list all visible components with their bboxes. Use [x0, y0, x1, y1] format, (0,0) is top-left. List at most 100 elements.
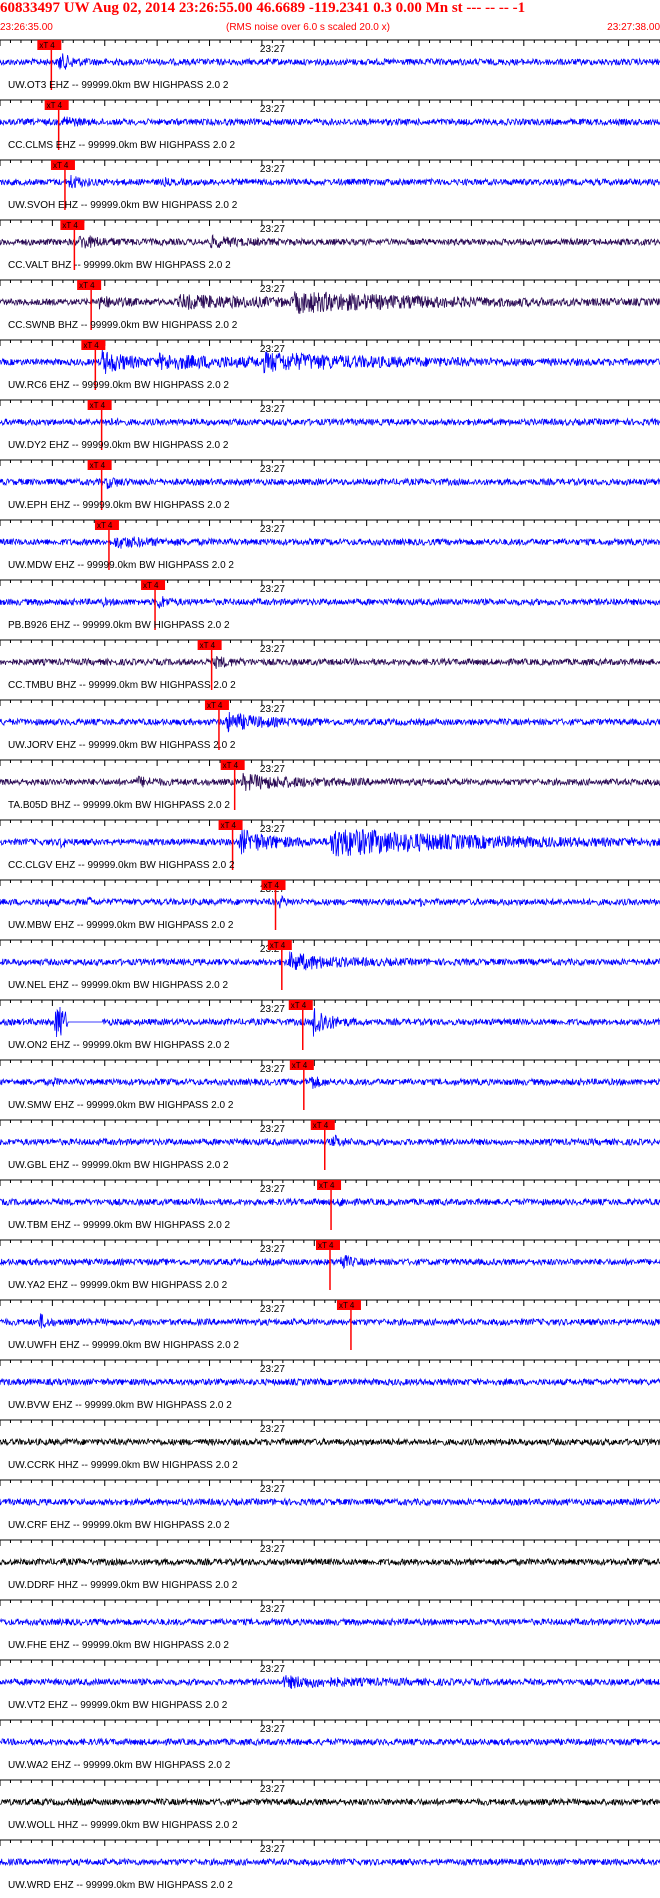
- waveform-trace: [0, 1737, 660, 1747]
- station-label: UW.MDW EHZ -- 99999.0km BW HIGHPASS 2.0 …: [8, 560, 234, 571]
- minute-mark-label: 23:27: [260, 44, 285, 55]
- waveform-trace: [0, 1557, 660, 1567]
- trace-row: 23:27 xT 4 UW.TBM EHZ -- 99999.0km BW HIGH…: [0, 1179, 660, 1231]
- station-label: UW.UWFH EHZ -- 99999.0km BW HIGHPASS 2.0…: [8, 1340, 239, 1351]
- minute-mark-label: 23:27: [260, 644, 285, 655]
- station-label: CC.VALT BHZ -- 99999.0km BW HIGHPASS 2.0…: [8, 260, 231, 271]
- pick-label: xT 4: [221, 821, 237, 830]
- trace-row: 23:27 xT 4 CC.SWNB BHZ -- 99999.0km BW HIG…: [0, 279, 660, 331]
- station-label: PB.B926 EHZ -- 99999.0km BW HIGHPASS 2.0…: [8, 620, 230, 631]
- station-label: UW.CCRK HHZ -- 99999.0km BW HIGHPASS 2.0…: [8, 1460, 238, 1471]
- pick-label: xT 4: [97, 521, 113, 530]
- event-title: 60833497 UW Aug 02, 2014 23:26:55.00 46.…: [0, 0, 526, 16]
- station-label: CC.TMBU BHZ -- 99999.0km BW HIGHPASS 2.0…: [8, 680, 236, 691]
- trace-row: 23:27 xT 4 CC.CLGV EHZ -- 99999.0km BW HIG…: [0, 819, 660, 871]
- trace-row: 23:27xT 4UW.MBW EHZ -- 99999.0km BW HIGH…: [0, 879, 660, 931]
- station-label: CC.SWNB BHZ -- 99999.0km BW HIGHPASS 2.0…: [8, 320, 238, 331]
- trace-row: 23:27 xT 4 UW.DY2 EHZ -- 99999.0km BW HIGH…: [0, 399, 660, 451]
- station-label: UW.GBL EHZ -- 99999.0km BW HIGHPASS 2.0 …: [8, 1160, 229, 1171]
- waveform-trace: [0, 1197, 660, 1208]
- waveform-trace: [0, 349, 660, 375]
- minute-mark-label: 23:27: [260, 1544, 285, 1555]
- minute-mark-label: 23:27: [260, 1004, 285, 1015]
- minute-mark-label: 23:27: [260, 1724, 285, 1735]
- minute-mark-label: 23:27: [260, 764, 285, 775]
- waveform-trace: [0, 1437, 660, 1447]
- trace-row: 23:27 xT 4 CC.VALT BHZ -- 99999.0km BW HIG…: [0, 219, 660, 271]
- trace-row: 23:27 xT 4 UW.SVOH EHZ -- 99999.0km BW HIG…: [0, 159, 660, 211]
- trace-row: 23:27 UW.WA2 EHZ -- 99999.0km BW HIGHPASS…: [0, 1719, 660, 1771]
- station-label: UW.FHE EHZ -- 99999.0km BW HIGHPASS 2.0 …: [8, 1640, 229, 1651]
- waveform-trace: [0, 596, 660, 609]
- station-label: UW.YA2 EHZ -- 99999.0km BW HIGHPASS 2.0 …: [8, 1280, 228, 1291]
- trace-row: 23:27 UW.WOLL HHZ -- 99999.0km BW HIGHPAS…: [0, 1779, 660, 1831]
- trace-row: 23:27 xT 4 UW.SMW EHZ -- 99999.0km BW HIGH…: [0, 1059, 660, 1111]
- trace-row: 23:27 UW.WRD EHZ -- 99999.0km BW HIGHPASS…: [0, 1839, 660, 1891]
- station-label: UW.SMW EHZ -- 99999.0km BW HIGHPASS 2.0 …: [8, 1100, 234, 1111]
- minute-mark-label: 23:27: [260, 1844, 285, 1855]
- trace-row: 23:27 xT 4 UW.MDW EHZ -- 99999.0km BW HIGH…: [0, 519, 660, 571]
- station-label: UW.VT2 EHZ -- 99999.0km BW HIGHPASS 2.0 …: [8, 1700, 228, 1711]
- minute-mark-label: 23:27: [260, 1484, 285, 1495]
- waveform-trace: [0, 951, 660, 971]
- pick-label: xT 4: [200, 641, 216, 650]
- waveform-trace: [0, 894, 660, 909]
- waveform-trace: [0, 1797, 660, 1807]
- trace-row: 23:27 xT 4 PB.B926 EHZ -- 99999.0km BW HIG…: [0, 579, 660, 631]
- trace-row: 23:27 xT 4 UW.ON2 EHZ -- 99999.0km BW HIGH…: [0, 999, 660, 1051]
- station-label: UW.OT3 EHZ -- 99999.0km BW HIGHPASS 2.0 …: [8, 80, 229, 91]
- station-label: UW.NEL EHZ -- 99999.0km BW HIGHPASS 2.0 …: [8, 980, 229, 991]
- trace-row: 23:27xT 4UW.NEL EHZ -- 99999.0km BW HIGH…: [0, 939, 660, 991]
- waveform-trace: [0, 772, 660, 792]
- minute-mark-label: 23:27: [260, 1184, 285, 1195]
- minute-mark-label: 23:27: [260, 224, 285, 235]
- waveform-trace: [0, 234, 660, 249]
- minute-mark-label: 23:27: [260, 284, 285, 295]
- waveform-trace: [0, 828, 660, 857]
- pick-label: xT 4: [53, 161, 69, 170]
- waveform-trace: [0, 477, 660, 490]
- waveform-trace: [0, 417, 660, 427]
- pick-label: xT 4: [313, 1121, 329, 1130]
- pick-label: xT 4: [318, 1241, 334, 1250]
- trace-row: 23:27 xT 4 CC.CLMS EHZ -- 99999.0km BW HIG…: [0, 99, 660, 151]
- trace-row: 23:27 UW.VT2 EHZ -- 99999.0km BW HIGHPASS…: [0, 1659, 660, 1711]
- waveform-trace: [0, 1377, 660, 1387]
- minute-mark-label: 23:27: [260, 1304, 285, 1315]
- minute-mark-label: 23:27: [260, 524, 285, 535]
- minute-mark-label: 23:27: [260, 1424, 285, 1435]
- station-label: UW.DDRF HHZ -- 99999.0km BW HIGHPASS 2.0…: [8, 1580, 238, 1591]
- pick-label: xT 4: [39, 41, 55, 50]
- minute-mark-label: 23:27: [260, 164, 285, 175]
- station-label: UW.WA2 EHZ -- 99999.0km BW HIGHPASS 2.0 …: [8, 1760, 231, 1771]
- trace-row: 23:27 xT 4 UW.EPH EHZ -- 99999.0km BW HIGH…: [0, 459, 660, 511]
- minute-mark-label: 23:27: [260, 704, 285, 715]
- station-label: UW.DY2 EHZ -- 99999.0km BW HIGHPASS 2.0 …: [8, 440, 229, 451]
- waveform-trace: [0, 1006, 660, 1038]
- minute-mark-label: 23:27: [260, 404, 285, 415]
- trace-row: 23:27 UW.CCRK HHZ -- 99999.0km BW HIGHPAS…: [0, 1419, 660, 1471]
- trace-row: 23:27 UW.FHE EHZ -- 99999.0km BW HIGHPASS…: [0, 1599, 660, 1651]
- trace-row: 23:27 xT 4 CC.TMBU BHZ -- 99999.0km BW HIG…: [0, 639, 660, 691]
- station-label: CC.CLMS EHZ -- 99999.0km BW HIGHPASS 2.0…: [8, 140, 236, 151]
- minute-mark-label: 23:27: [260, 1124, 285, 1135]
- pick-label: xT 4: [319, 1181, 335, 1190]
- station-label: UW.CRF EHZ -- 99999.0km BW HIGHPASS 2.0 …: [8, 1520, 230, 1531]
- waveform-trace: [0, 291, 660, 314]
- pick-label: xT 4: [90, 461, 106, 470]
- minute-mark-label: 23:27: [260, 1664, 285, 1675]
- trace-row: 23:27 UW.DDRF HHZ -- 99999.0km BW HIGHPAS…: [0, 1539, 660, 1591]
- trace-row: 23:27 UW.CRF EHZ -- 99999.0km BW HIGHPASS…: [0, 1479, 660, 1531]
- pick-label: xT 4: [292, 1061, 308, 1070]
- station-label: UW.BVW EHZ -- 99999.0km BW HIGHPASS 2.0 …: [8, 1400, 232, 1411]
- start-time: 23:26:35.00: [0, 22, 53, 33]
- pick-label: xT 4: [90, 401, 106, 410]
- pick-label: xT 4: [270, 941, 286, 950]
- waveform-trace: [0, 536, 660, 549]
- pick-label: xT 4: [79, 281, 95, 290]
- waveform-trace: [0, 116, 660, 127]
- plot-header: 60833497 UW Aug 02, 2014 23:26:55.00 46.…: [0, 0, 660, 38]
- minute-mark-label: 23:27: [260, 464, 285, 475]
- rms-note: (RMS noise over 6.0 s scaled 20.0 x): [226, 22, 390, 33]
- station-label: UW.RC6 EHZ -- 99999.0km BW HIGHPASS 2.0 …: [8, 380, 229, 391]
